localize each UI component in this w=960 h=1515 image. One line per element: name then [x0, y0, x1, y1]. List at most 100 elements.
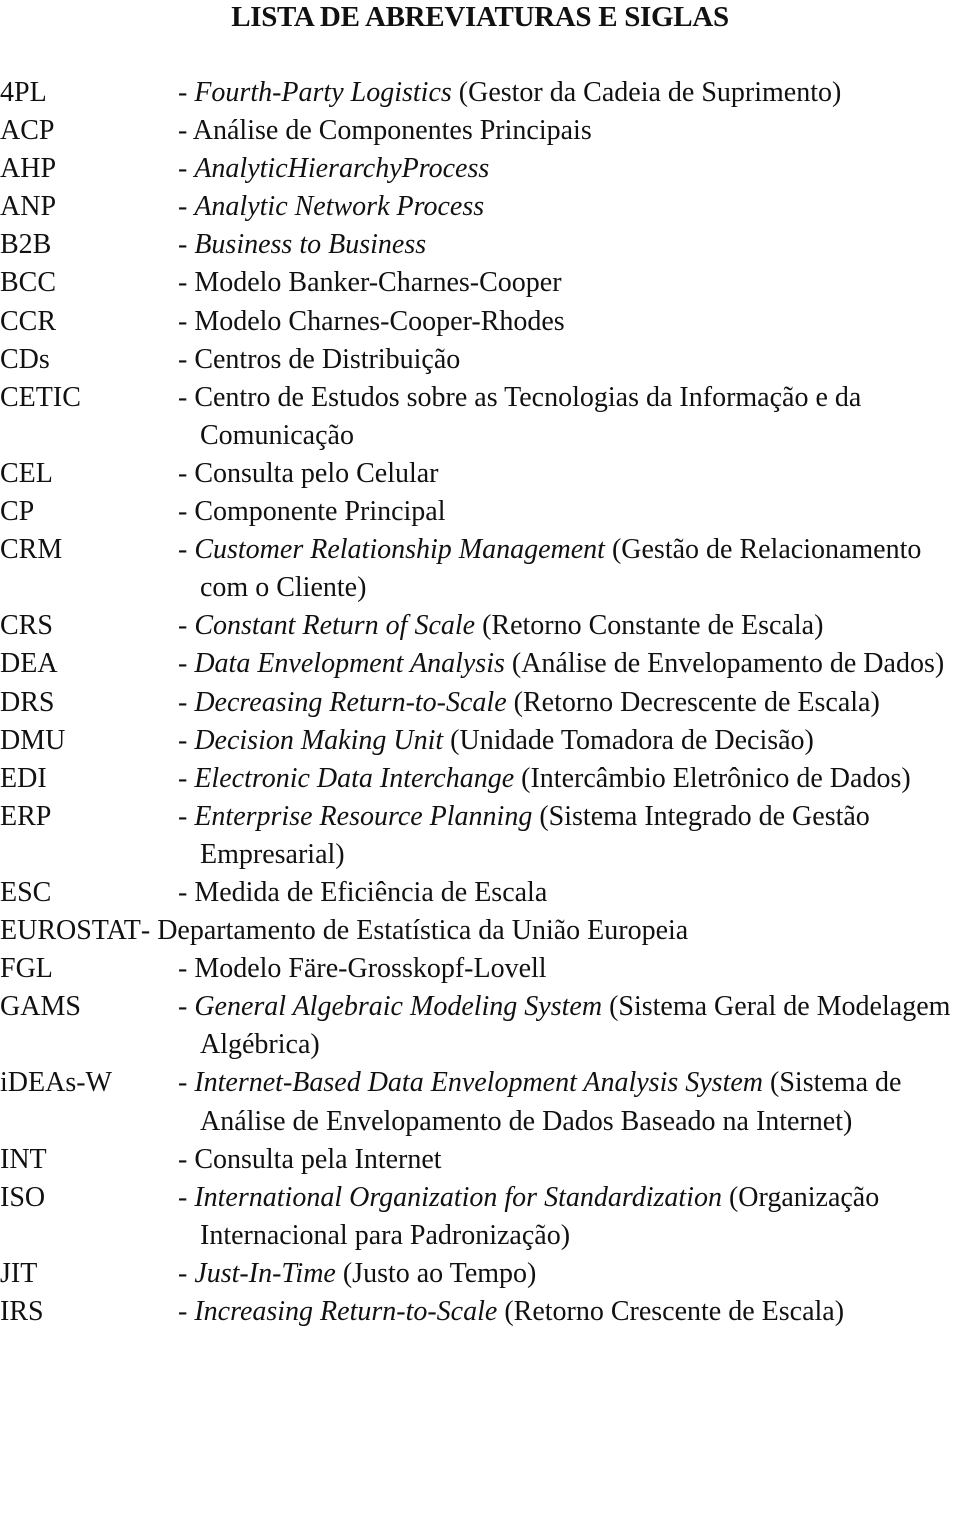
definition-original-term: Constant Return of Scale	[194, 610, 476, 642]
abbreviation-definition: - Internet-Based Data Envelopment Analys…	[178, 1064, 960, 1140]
definition-text: Modelo Charnes-Cooper-Rhodes	[194, 305, 565, 337]
definition-original-term: Increasing Return-to-Scale	[194, 1296, 498, 1327]
abbreviation-entry: DEA - Data Envelopment Analysis (Análise …	[0, 645, 960, 683]
abbreviation-term: iDEAs-W	[0, 1067, 112, 1099]
abbreviation-definition: - Enterprise Resource Planning (Sistema …	[178, 798, 960, 874]
abbreviation-entry: CRS - Constant Return of Scale (Retorno C…	[0, 607, 960, 645]
definition-original-term: Data Envelopment Analysis	[194, 648, 505, 680]
abbreviation-definition: - Consulta pelo Celular	[178, 455, 960, 493]
abbreviation-definition: - Departamento de Estatística da União E…	[141, 912, 960, 950]
definition-original-term: Fourth-Party Logistics	[194, 77, 452, 108]
abbreviation-entry: B2B - Business to Business	[0, 226, 960, 264]
definition-text: Medida de Eficiência de Escala	[194, 876, 548, 908]
definition-original-term: Electronic Data Interchange	[194, 762, 515, 794]
abbreviation-entry: GAMS - General Algebraic Modeling System …	[0, 988, 960, 1064]
abbreviation-term: JIT	[0, 1257, 38, 1289]
abbreviation-term: ACP	[0, 115, 55, 147]
definition-text: Departamento de Estatística da União Eur…	[157, 915, 689, 947]
definition-dash: -	[178, 534, 195, 566]
definition-dash: -	[178, 77, 195, 108]
abbreviation-entry: IRS - Increasing Return-to-Scale (Retorno…	[0, 1293, 960, 1331]
definition-original-term: General Algebraic Modeling System	[194, 991, 603, 1023]
definition-text: Modelo Banker-Charnes-Cooper	[194, 267, 562, 299]
abbreviation-entry: EDI - Electronic Data Interchange (Interc…	[0, 760, 960, 798]
abbreviation-entry: ANP - Analytic Network Process	[0, 188, 960, 226]
abbreviation-definition: - AnalyticHierarchyProcess	[178, 150, 960, 188]
abbreviation-entry: DRS - Decreasing Return-to-Scale (Retorno…	[0, 684, 960, 722]
definition-text: (Gestor da Cadeia de Suprimento)	[451, 77, 842, 108]
abbreviation-term: GAMS	[0, 991, 81, 1023]
definition-dash: -	[178, 724, 195, 756]
definition-dash: -	[178, 686, 195, 718]
abbreviation-term: CEL	[0, 457, 53, 489]
abbreviation-term: CETIC	[0, 381, 81, 413]
definition-dash: -	[178, 876, 195, 908]
abbreviation-definition: - Fourth-Party Logistics (Gestor da Cade…	[178, 74, 960, 112]
abbreviation-definition: - Data Envelopment Analysis (Análise de …	[178, 645, 960, 683]
abbreviation-entry: CP - Componente Principal	[0, 493, 960, 531]
definition-original-term: Decreasing Return-to-Scale	[194, 686, 507, 718]
abbreviation-entry: BCC - Modelo Banker-Charnes-Cooper	[0, 264, 960, 302]
definition-dash: -	[178, 800, 195, 832]
page-title: LISTA DE ABREVIATURAS E SIGLAS	[231, 1, 729, 33]
abbreviation-term: ESC	[0, 876, 52, 908]
abbreviation-definition: - Componente Principal	[178, 493, 960, 531]
abbreviation-definition: - International Organization for Standar…	[178, 1179, 960, 1255]
definition-dash: -	[178, 648, 195, 680]
abbreviation-entry: FGL - Modelo Färe-Grosskopf-Lovell	[0, 950, 960, 988]
abbreviation-definition: - General Algebraic Modeling System (Sis…	[178, 988, 960, 1064]
abbreviation-definition: - Modelo Charnes-Cooper-Rhodes	[178, 303, 960, 341]
abbreviation-entry: CETIC - Centro de Estudos sobre as Tecnol…	[0, 379, 960, 455]
abbreviation-entry: CEL - Consulta pelo Celular	[0, 455, 960, 493]
abbreviation-term: FGL	[0, 953, 53, 985]
abbreviation-term: EUROSTAT	[0, 915, 141, 947]
definition-text: Consulta pelo Celular	[194, 457, 439, 489]
abbreviation-definition: - Medida de Eficiência de Escala	[178, 874, 960, 912]
abbreviation-term: BCC	[0, 267, 57, 299]
abbreviation-definition: - Just-In-Time (Justo ao Tempo)	[178, 1255, 960, 1293]
definition-text: (Retorno Decrescente de Escala)	[506, 686, 880, 718]
abbreviation-definition: - Centro de Estudos sobre as Tecnologias…	[178, 379, 960, 455]
definition-dash: -	[178, 610, 195, 642]
abbreviation-definition: - Customer Relationship Management (Gest…	[178, 531, 960, 607]
abbreviation-definition: - Análise de Componentes Principais	[178, 112, 960, 150]
definition-dash: -	[140, 915, 158, 947]
definition-dash: -	[178, 1067, 195, 1099]
abbreviation-entry: ERP - Enterprise Resource Planning (Siste…	[0, 798, 960, 874]
definition-dash: -	[178, 496, 195, 528]
definition-text: (Análise de Envelopamento de Dados)	[504, 648, 945, 680]
abbreviation-term: ANP	[0, 191, 57, 223]
abbreviation-definition: - Constant Return of Scale (Retorno Cons…	[178, 607, 960, 645]
definition-dash: -	[178, 267, 195, 299]
abbreviation-term: DMU	[0, 724, 66, 756]
abbreviation-term: ISO	[0, 1181, 46, 1213]
definition-dash: -	[178, 1296, 195, 1327]
abbreviation-term: CRM	[0, 534, 63, 566]
abbreviation-definition: - Centros de Distribuição	[178, 341, 960, 379]
definition-dash: -	[178, 153, 195, 185]
definition-dash: -	[178, 343, 195, 375]
abbreviation-term: DRS	[0, 686, 55, 718]
abbreviation-term: CDs	[0, 343, 50, 375]
abbreviation-entry: 4PL - Fourth-Party Logistics (Gestor da C…	[0, 74, 960, 112]
definition-original-term: Business to Business	[194, 229, 427, 261]
definition-original-term: Just-In-Time	[194, 1257, 336, 1289]
definition-dash: -	[178, 115, 193, 147]
definition-original-term: Customer Relationship Management	[194, 534, 605, 566]
definition-dash: -	[178, 229, 195, 261]
abbreviation-term: INT	[0, 1143, 47, 1175]
definition-dash: -	[178, 1143, 195, 1175]
definition-original-term: Analytic Network Process	[194, 191, 485, 223]
definition-original-term: Internet-Based Data Envelopment Analysis…	[194, 1067, 764, 1099]
abbreviation-entry: INT - Consulta pela Internet	[0, 1141, 960, 1179]
abbreviation-term: AHP	[0, 153, 57, 185]
abbreviation-term: DEA	[0, 648, 58, 680]
definition-dash: -	[178, 953, 195, 985]
definition-dash: -	[178, 1257, 195, 1289]
definition-dash: -	[178, 991, 195, 1023]
abbreviation-term: CP	[0, 496, 35, 528]
abbreviation-term: CRS	[0, 610, 53, 642]
abbreviation-term: B2B	[0, 229, 52, 261]
definition-text: (Retorno Crescente de Escala)	[497, 1296, 845, 1327]
abbreviation-definition: - Business to Business	[178, 226, 960, 264]
